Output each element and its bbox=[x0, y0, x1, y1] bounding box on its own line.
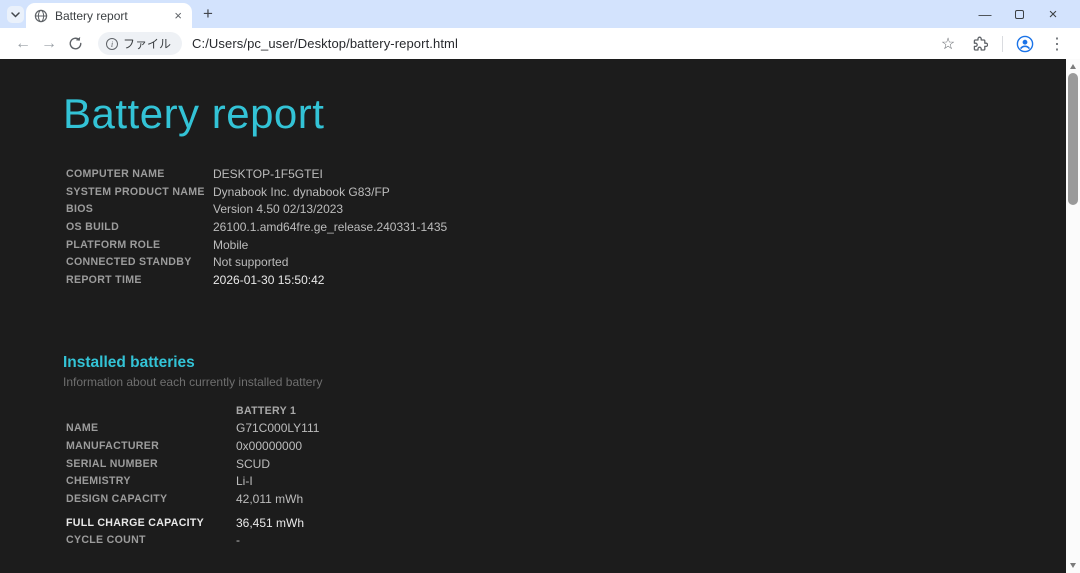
restore-icon bbox=[1015, 10, 1024, 19]
row-label: SYSTEM PRODUCT NAME bbox=[66, 186, 213, 198]
extensions-button[interactable] bbox=[967, 31, 993, 57]
tab-title: Battery report bbox=[55, 9, 172, 23]
table-row: SERIAL NUMBER SCUD bbox=[66, 455, 1066, 473]
battery-table: BATTERY 1 NAME G71C000LY111 MANUFACTURER… bbox=[66, 402, 1066, 550]
system-info-table: COMPUTER NAME DESKTOP-1F5GTEI SYSTEM PRO… bbox=[66, 165, 1066, 289]
tab-search-button[interactable] bbox=[7, 6, 24, 23]
table-row: DESIGN CAPACITY 42,011 mWh bbox=[66, 490, 1066, 508]
row-value: 26100.1.amd64fre.ge_release.240331-1435 bbox=[213, 220, 447, 234]
table-row: FULL CHARGE CAPACITY 36,451 mWh bbox=[66, 514, 1066, 532]
table-header-row: BATTERY 1 bbox=[66, 402, 1066, 420]
row-label: CONNECTED STANDBY bbox=[66, 256, 213, 268]
table-row: OS BUILD 26100.1.amd64fre.ge_release.240… bbox=[66, 218, 1066, 236]
vertical-scrollbar[interactable] bbox=[1066, 59, 1080, 573]
puzzle-icon bbox=[972, 36, 988, 52]
row-value: Mobile bbox=[213, 238, 248, 252]
section-subtitle: Information about each currently install… bbox=[63, 375, 1066, 389]
close-window-button[interactable]: × bbox=[1036, 0, 1070, 28]
scrollbar-thumb[interactable] bbox=[1068, 73, 1078, 205]
reload-button[interactable] bbox=[62, 31, 88, 57]
table-row: NAME G71C000LY111 bbox=[66, 420, 1066, 438]
address-bar[interactable]: i ファイル C:/Users/pc_user/Desktop/battery-… bbox=[98, 32, 935, 55]
row-label: BIOS bbox=[66, 203, 213, 215]
info-icon: i bbox=[106, 38, 118, 50]
table-row: CONNECTED STANDBY Not supported bbox=[66, 253, 1066, 271]
row-value: G71C000LY111 bbox=[236, 421, 319, 435]
back-button[interactable]: ← bbox=[10, 31, 36, 57]
row-value: Li-I bbox=[236, 474, 253, 488]
table-row: CHEMISTRY Li-I bbox=[66, 473, 1066, 491]
installed-batteries-section: Installed batteries Information about ea… bbox=[63, 354, 1066, 389]
toolbar-divider bbox=[1002, 36, 1003, 52]
table-row: PLATFORM ROLE Mobile bbox=[66, 236, 1066, 254]
table-row: COMPUTER NAME DESKTOP-1F5GTEI bbox=[66, 165, 1066, 183]
row-label: REPORT TIME bbox=[66, 274, 213, 286]
row-value: Dynabook Inc. dynabook G83/FP bbox=[213, 185, 390, 199]
page-title: Battery report bbox=[63, 90, 1066, 138]
row-label: SERIAL NUMBER bbox=[66, 458, 236, 470]
row-value: 42,011 mWh bbox=[236, 492, 303, 506]
row-value: 2026-01-30 15:50:42 bbox=[213, 273, 324, 287]
row-value: SCUD bbox=[236, 457, 270, 471]
row-value: DESKTOP-1F5GTEI bbox=[213, 167, 323, 181]
scroll-up-arrow-icon[interactable] bbox=[1070, 64, 1076, 69]
menu-button[interactable]: ⋮ bbox=[1044, 31, 1070, 57]
profile-button[interactable] bbox=[1012, 31, 1038, 57]
row-label: NAME bbox=[66, 422, 236, 434]
forward-button[interactable]: → bbox=[36, 31, 62, 57]
file-scheme-chip[interactable]: i ファイル bbox=[98, 32, 182, 55]
battery-report-page: Battery report COMPUTER NAME DESKTOP-1F5… bbox=[0, 59, 1066, 573]
scroll-down-arrow-icon[interactable] bbox=[1070, 563, 1076, 568]
browser-toolbar: ← → i ファイル C:/Users/pc_user/Desktop/batt… bbox=[0, 28, 1080, 59]
window-controls: — × bbox=[968, 0, 1070, 28]
url-text[interactable]: C:/Users/pc_user/Desktop/battery-report.… bbox=[192, 36, 458, 51]
row-value: Version 4.50 02/13/2023 bbox=[213, 202, 343, 216]
reload-icon bbox=[68, 36, 83, 51]
tab-strip: Battery report × + — × bbox=[0, 0, 1080, 28]
chevron-down-icon bbox=[11, 12, 20, 18]
row-label: DESIGN CAPACITY bbox=[66, 493, 236, 505]
row-label: PLATFORM ROLE bbox=[66, 239, 213, 251]
row-label: MANUFACTURER bbox=[66, 440, 236, 452]
globe-icon bbox=[34, 9, 48, 23]
toolbar-right: ☆ ⋮ bbox=[935, 31, 1070, 57]
table-row: CYCLE COUNT - bbox=[66, 532, 1066, 550]
row-value: 36,451 mWh bbox=[236, 516, 304, 530]
row-value: - bbox=[236, 533, 240, 547]
table-row: BIOS Version 4.50 02/13/2023 bbox=[66, 200, 1066, 218]
minimize-button[interactable]: — bbox=[968, 0, 1002, 28]
table-row: MANUFACTURER 0x00000000 bbox=[66, 437, 1066, 455]
tab-battery-report[interactable]: Battery report × bbox=[26, 3, 192, 28]
row-label: FULL CHARGE CAPACITY bbox=[66, 517, 236, 529]
row-value: Not supported bbox=[213, 255, 288, 269]
tab-close-icon[interactable]: × bbox=[172, 8, 184, 23]
battery-column-header: BATTERY 1 bbox=[236, 405, 296, 417]
profile-avatar-icon bbox=[1016, 35, 1034, 53]
table-row: REPORT TIME 2026-01-30 15:50:42 bbox=[66, 271, 1066, 289]
section-heading: Installed batteries bbox=[63, 354, 1066, 372]
row-label: CHEMISTRY bbox=[66, 475, 236, 487]
bookmark-star-button[interactable]: ☆ bbox=[935, 31, 961, 57]
browser-window: Battery report × + — × ← → i フ bbox=[0, 0, 1080, 573]
row-label: CYCLE COUNT bbox=[66, 534, 236, 546]
table-row: SYSTEM PRODUCT NAME Dynabook Inc. dynabo… bbox=[66, 183, 1066, 201]
row-label: OS BUILD bbox=[66, 221, 213, 233]
new-tab-button[interactable]: + bbox=[199, 5, 217, 23]
row-label: COMPUTER NAME bbox=[66, 168, 213, 180]
file-chip-label: ファイル bbox=[123, 35, 171, 52]
maximize-restore-button[interactable] bbox=[1002, 0, 1036, 28]
row-value: 0x00000000 bbox=[236, 439, 302, 453]
